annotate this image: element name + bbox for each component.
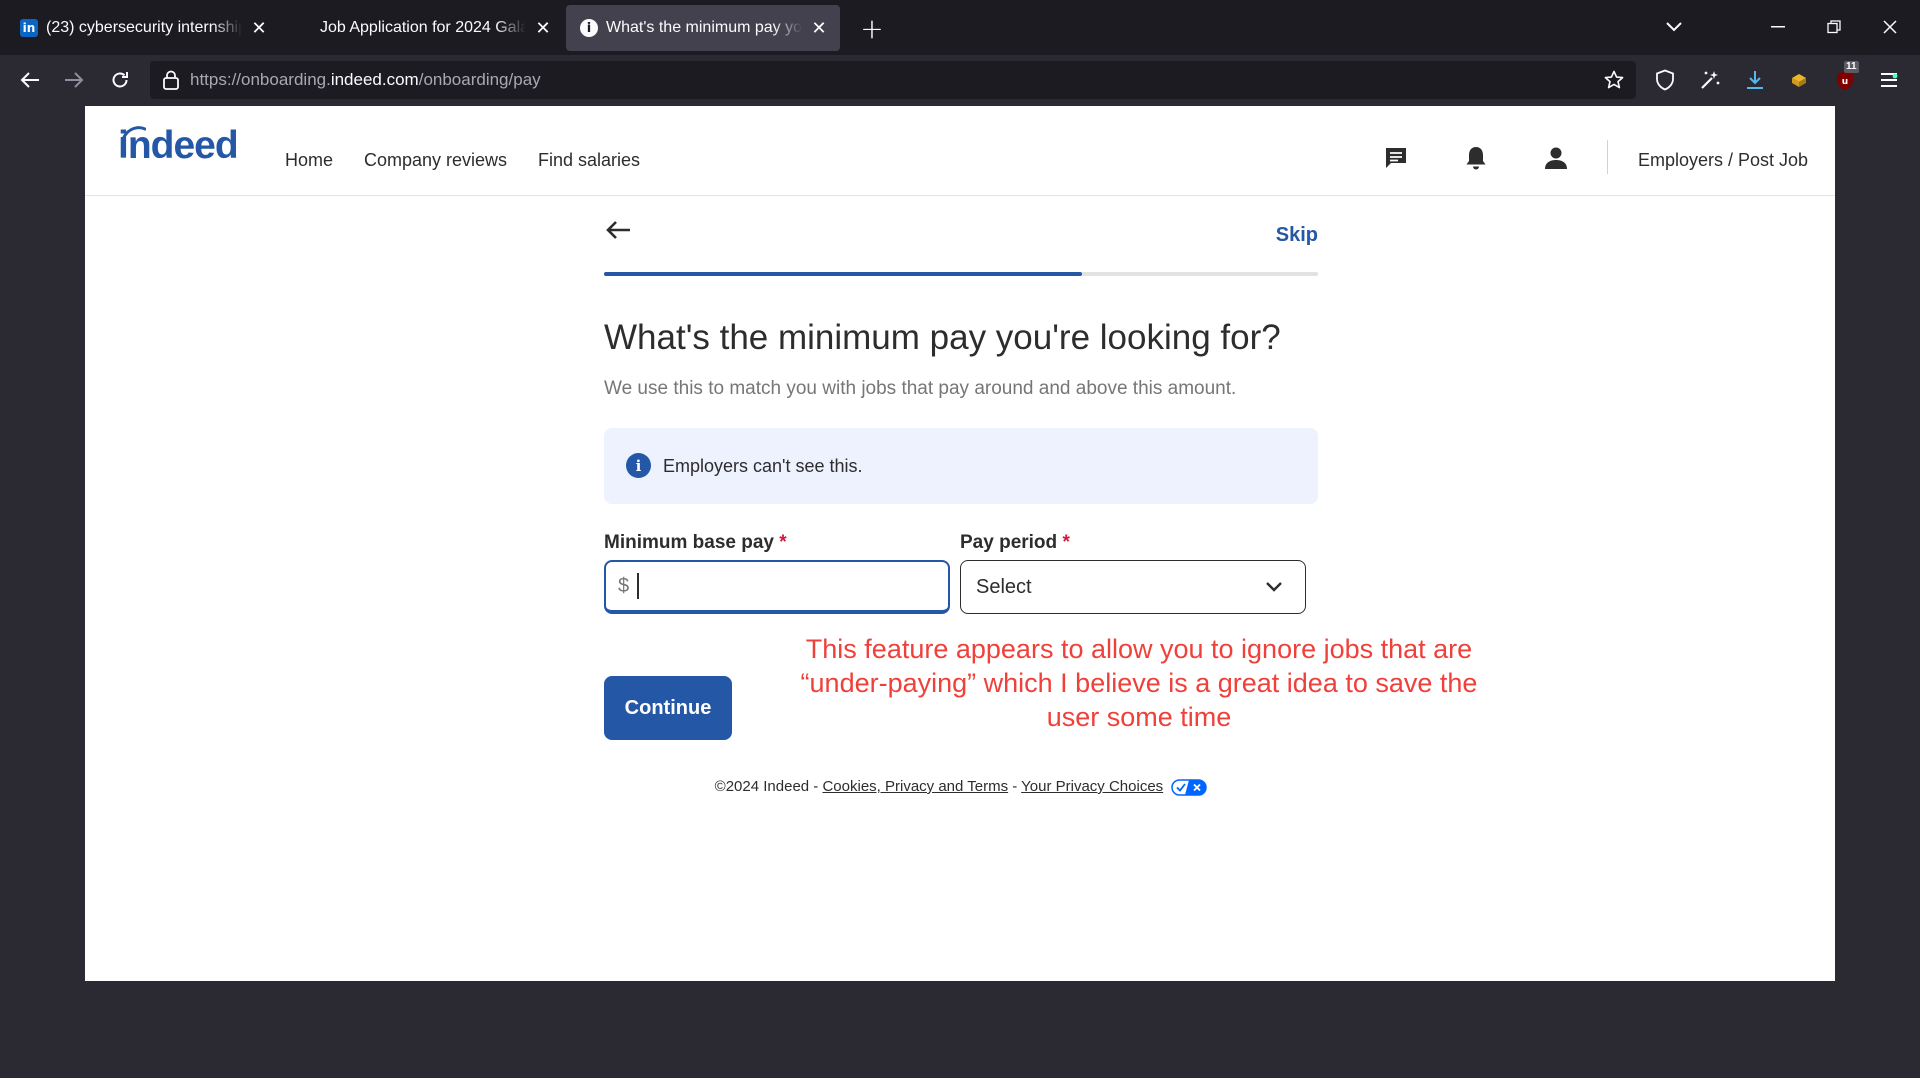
close-icon[interactable]: ✕ — [248, 17, 270, 39]
employers-post-job-link[interactable]: Employers / Post Job — [1638, 150, 1808, 171]
url-path: /onboarding/pay — [418, 70, 541, 89]
browser-tab-bar: in (23) cybersecurity internships Jobs ✕… — [0, 0, 1920, 55]
person-icon — [1545, 147, 1567, 169]
footer-separator: - — [1008, 778, 1022, 795]
minimize-icon — [1771, 26, 1785, 28]
continue-button[interactable]: Continue — [604, 676, 732, 740]
close-window-button[interactable] — [1870, 10, 1910, 44]
list-tabs-button[interactable] — [1654, 10, 1694, 44]
hamburger-menu-icon — [1881, 73, 1898, 87]
restore-icon — [1827, 20, 1841, 34]
page-footer: ©2024 Indeed - Cookies, Privacy and Term… — [604, 778, 1318, 796]
page-subtitle: We use this to match you with jobs that … — [604, 378, 1237, 399]
page-title: What's the minimum pay you're looking fo… — [604, 318, 1281, 357]
notifications-button[interactable] — [1462, 144, 1490, 172]
tab-job-application[interactable]: Job Application for 2024 Galaxy ✕ — [290, 5, 564, 51]
skip-link[interactable]: Skip — [1276, 224, 1318, 247]
shield-icon — [1656, 69, 1674, 91]
back-button[interactable] — [12, 63, 48, 97]
pay-period-label-text: Pay period — [960, 532, 1058, 553]
nav-find-salaries[interactable]: Find salaries — [538, 150, 640, 171]
close-icon[interactable]: ✕ — [532, 17, 554, 39]
extension-badge: 11 — [1844, 61, 1859, 73]
app-menu-button[interactable] — [1874, 65, 1904, 95]
page-viewport: indeed Home Company reviews Find salarie… — [85, 106, 1835, 981]
reload-icon — [112, 72, 128, 88]
browser-nav-bar: https://onboarding. indeed.com/onboarding… — [0, 55, 1920, 105]
copyright-text: ©2024 Indeed - — [714, 778, 823, 795]
privacy-choices-icon — [1171, 778, 1208, 796]
bell-icon — [1466, 147, 1486, 170]
text-caret — [637, 573, 640, 599]
extension-puzzle-button[interactable] — [1784, 65, 1814, 95]
min-pay-input[interactable]: $ — [604, 560, 950, 614]
required-mark: * — [1062, 532, 1070, 553]
new-tab-button[interactable]: + — [856, 12, 888, 45]
url-domain: indeed.com — [330, 70, 419, 89]
info-text: Employers can't see this. — [663, 456, 863, 476]
lock-icon — [163, 70, 179, 90]
pay-period-value: Select — [976, 575, 1032, 598]
annotation-note: This feature appears to allow you to ign… — [800, 634, 1478, 732]
message-icon — [1386, 148, 1406, 168]
download-icon — [1747, 71, 1763, 89]
header-divider — [1607, 140, 1608, 174]
forward-arrow-icon — [65, 72, 84, 88]
info-banner: i Employers can't see this. — [604, 428, 1318, 504]
downloads-button[interactable] — [1740, 65, 1770, 95]
bookmark-star-icon[interactable] — [1604, 70, 1624, 90]
back-arrow-icon[interactable] — [604, 218, 632, 242]
site-header: indeed Home Company reviews Find salarie… — [85, 106, 1835, 196]
info-icon: i — [580, 19, 598, 37]
pay-period-label: Pay period * — [960, 532, 1070, 554]
address-bar[interactable]: https://onboarding. indeed.com/onboarding… — [150, 61, 1636, 99]
progress-bar — [604, 272, 1318, 276]
min-pay-label: Minimum base pay * — [604, 532, 787, 554]
tab-title: What's the minimum pay you're looking fo… — [606, 19, 802, 36]
magic-wand-icon — [1701, 71, 1720, 89]
pay-period-select[interactable]: Select — [960, 560, 1306, 614]
indeed-logo-arc-icon — [122, 126, 146, 138]
indeed-logo[interactable]: indeed — [118, 124, 239, 168]
reload-button[interactable] — [102, 63, 138, 97]
profile-button[interactable] — [1542, 144, 1570, 172]
privacy-choices-link[interactable]: Your Privacy Choices — [1021, 778, 1163, 795]
tab-title: (23) cybersecurity internships Jobs — [46, 19, 242, 36]
nav-company-reviews[interactable]: Company reviews — [364, 150, 507, 171]
minimize-button[interactable] — [1758, 10, 1798, 44]
forward-button[interactable] — [56, 63, 92, 97]
close-icon[interactable]: ✕ — [808, 17, 830, 39]
messages-button[interactable] — [1382, 144, 1410, 172]
required-mark: * — [779, 532, 787, 553]
close-icon — [1883, 20, 1897, 34]
nav-home[interactable]: Home — [285, 150, 333, 171]
tab-indeed-pay[interactable]: i What's the minimum pay you're looking … — [566, 5, 840, 51]
tab-title: Job Application for 2024 Galaxy — [320, 19, 526, 36]
min-pay-label-text: Minimum base pay — [604, 532, 774, 553]
svg-text:u: u — [1842, 77, 1848, 87]
extension-sparkle-button[interactable] — [1695, 65, 1725, 95]
cookies-privacy-terms-link[interactable]: Cookies, Privacy and Terms — [822, 778, 1008, 795]
ublock-extension-button[interactable]: u 11 — [1830, 61, 1860, 95]
back-arrow-icon — [20, 72, 39, 88]
tab-linkedin[interactable]: in (23) cybersecurity internships Jobs ✕ — [6, 5, 280, 51]
restore-button[interactable] — [1814, 10, 1854, 44]
progress-fill — [604, 272, 1083, 276]
extension-icon — [1792, 74, 1806, 87]
info-icon: i — [626, 453, 651, 478]
tracking-protection-button[interactable] — [1650, 65, 1680, 95]
chevron-down-icon — [1266, 582, 1282, 592]
linkedin-icon: in — [20, 19, 38, 37]
currency-symbol: $ — [618, 574, 630, 597]
url-prefix: https://onboarding. — [190, 70, 331, 89]
chevron-down-icon — [1666, 22, 1682, 32]
